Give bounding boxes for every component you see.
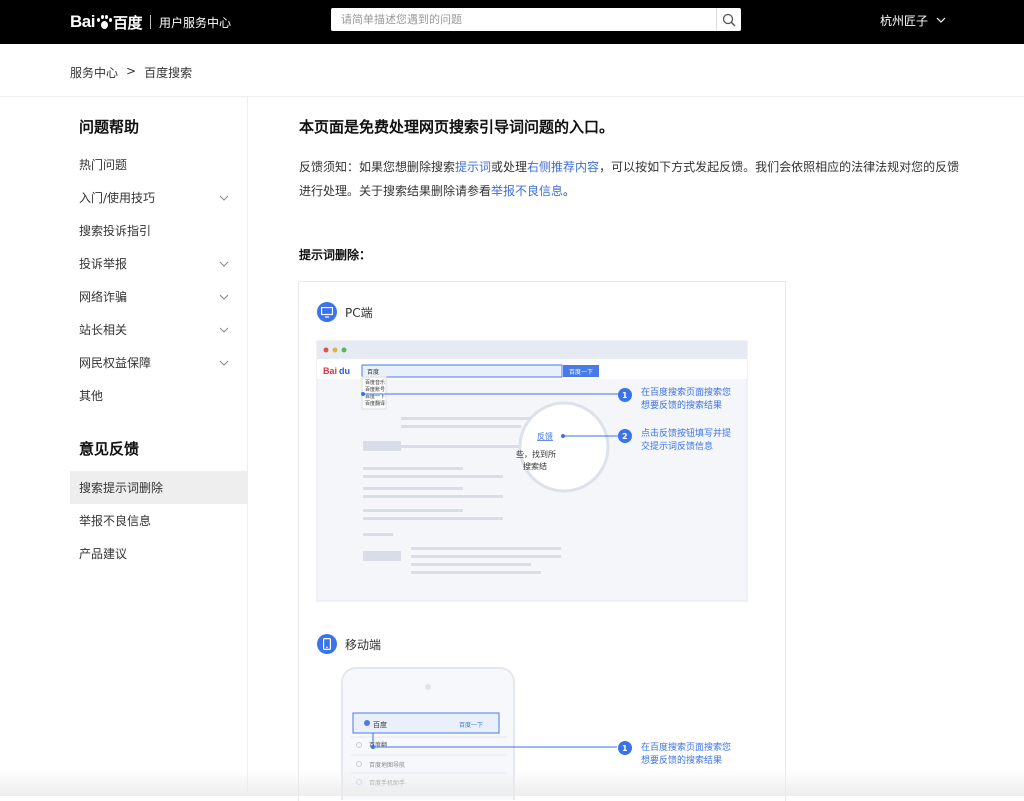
mock-suggestion: 百度翻译 [365,400,385,407]
search-button[interactable] [716,8,741,31]
link-suggestion-words[interactable]: 提示词 [455,160,491,174]
svg-text:Bai: Bai [323,366,337,376]
paw-icon [96,14,112,30]
mock-mobile-input: 百度 [373,720,387,729]
sidebar: 问题帮助 热门问题 入门/使用技巧 搜索投诉指引 投诉举报 网络诈骗 站长相关 … [70,97,248,796]
logo-divider [149,15,151,29]
chevron-down-icon [219,360,229,366]
sidebar-item-getting-started[interactable]: 入门/使用技巧 [70,181,247,214]
baidu-logo[interactable]: Bai 百度 用户服务中心 [70,10,231,34]
logo-subtitle: 用户服务中心 [158,15,231,30]
mock-suggestion: 百度账号 [365,386,385,393]
sidebar-item-rights[interactable]: 网民权益保障 [70,346,247,379]
user-menu[interactable]: 杭州匠子 [880,12,946,29]
chevron-down-icon [219,327,229,333]
pc-step2-text: 点击反馈按钮填写并提交提示词反馈信息 [641,429,732,452]
section-label: 提示词删除： [299,248,372,262]
sidebar-item-hot-questions[interactable]: 热门问题 [70,148,247,181]
breadcrumb-separator: > [126,64,137,78]
pc-step1-text: 在百度搜索页面搜索您想要反馈的搜索结果 [641,388,732,411]
feedback-notice: 反馈须知：如果您想删除搜索提示词或处理右侧推荐内容，可以按如下方式发起反馈。我们… [299,160,960,198]
sidebar-section-feedback-title: 意见反馈 [79,440,140,458]
mobile-section-header: 移动端 [317,634,381,654]
step-number: 1 [622,744,628,753]
breadcrumb-item-service-center[interactable]: 服务中心 [70,64,118,81]
mock-mobile-button: 百度一下 [459,721,483,729]
mock-text: 搜索结 [523,461,547,471]
sidebar-item-product-suggestion[interactable]: 产品建议 [70,537,247,570]
sidebar-item-fraud[interactable]: 网络诈骗 [70,280,247,313]
sidebar-item-report-bad-info[interactable]: 举报不良信息 [70,504,247,537]
sidebar-section-help-title: 问题帮助 [79,118,140,136]
svg-text:du: du [339,366,350,376]
mobile-phone-icon [317,634,337,654]
link-right-recommendations[interactable]: 右侧推荐内容 [527,160,599,174]
monitor-icon [317,302,337,322]
sidebar-item-suggestion-delete[interactable]: 搜索提示词删除 [70,471,247,504]
breadcrumb-bar: 服务中心 > 百度搜索 [0,44,1024,97]
sidebar-item-report[interactable]: 投诉举报 [70,247,247,280]
page-title: 本页面是免费处理网页搜索引导词问题的入口。 [299,118,615,136]
top-navbar: Bai 百度 用户服务中心 杭州匠子 [0,0,1024,44]
chevron-down-icon [219,294,229,300]
pc-section-header: PC端 [317,302,373,322]
mock-search-button: 百度一下 [569,368,593,376]
mobile-illustration: 百度 百度一下 百度翻 百度地图导航 百度手机助手 1 [341,667,632,800]
sidebar-item-complaint-guide[interactable]: 搜索投诉指引 [70,214,247,247]
sidebar-item-webmaster[interactable]: 站长相关 [70,313,247,346]
mock-mobile-suggestion: 百度地图导航 [369,761,405,769]
link-report-bad-info[interactable]: 举报不良信息 [491,184,563,198]
chevron-down-icon [219,195,229,201]
mock-search-text: 百度 [367,368,379,376]
user-name: 杭州匠子 [880,14,929,28]
baidu-logo-mark: Bai 百度 [70,12,142,32]
step-number: 1 [622,391,628,400]
mock-text: 些，找到所 [516,449,556,459]
chevron-down-icon [219,261,229,267]
step-number: 2 [622,432,628,441]
breadcrumb-item-baidu-search[interactable]: 百度搜索 [144,64,192,81]
breadcrumb: 服务中心 > 百度搜索 [70,64,192,81]
pc-illustration: Bai du 百度 百度一下 百度音乐 百度账号 百度一下 百度翻译 反馈 些，… [316,340,748,602]
mock-suggestion: 百度音乐 [365,379,385,386]
mobile-step1-text: 在百度搜索页面搜索您想要反馈的搜索结果 [641,743,732,766]
search-box [331,8,741,31]
search-input[interactable] [331,8,715,31]
mock-feedback-link: 反馈 [537,431,553,441]
mock-mobile-suggestion: 百度手机助手 [369,779,405,787]
sidebar-item-other[interactable]: 其他 [70,379,247,412]
chevron-down-icon [936,17,946,23]
search-icon [722,13,736,26]
instruction-card: PC端 Bai du 百度 百度一下 百度音乐 百度账号 百度一下 百度翻译 反… [298,281,786,801]
